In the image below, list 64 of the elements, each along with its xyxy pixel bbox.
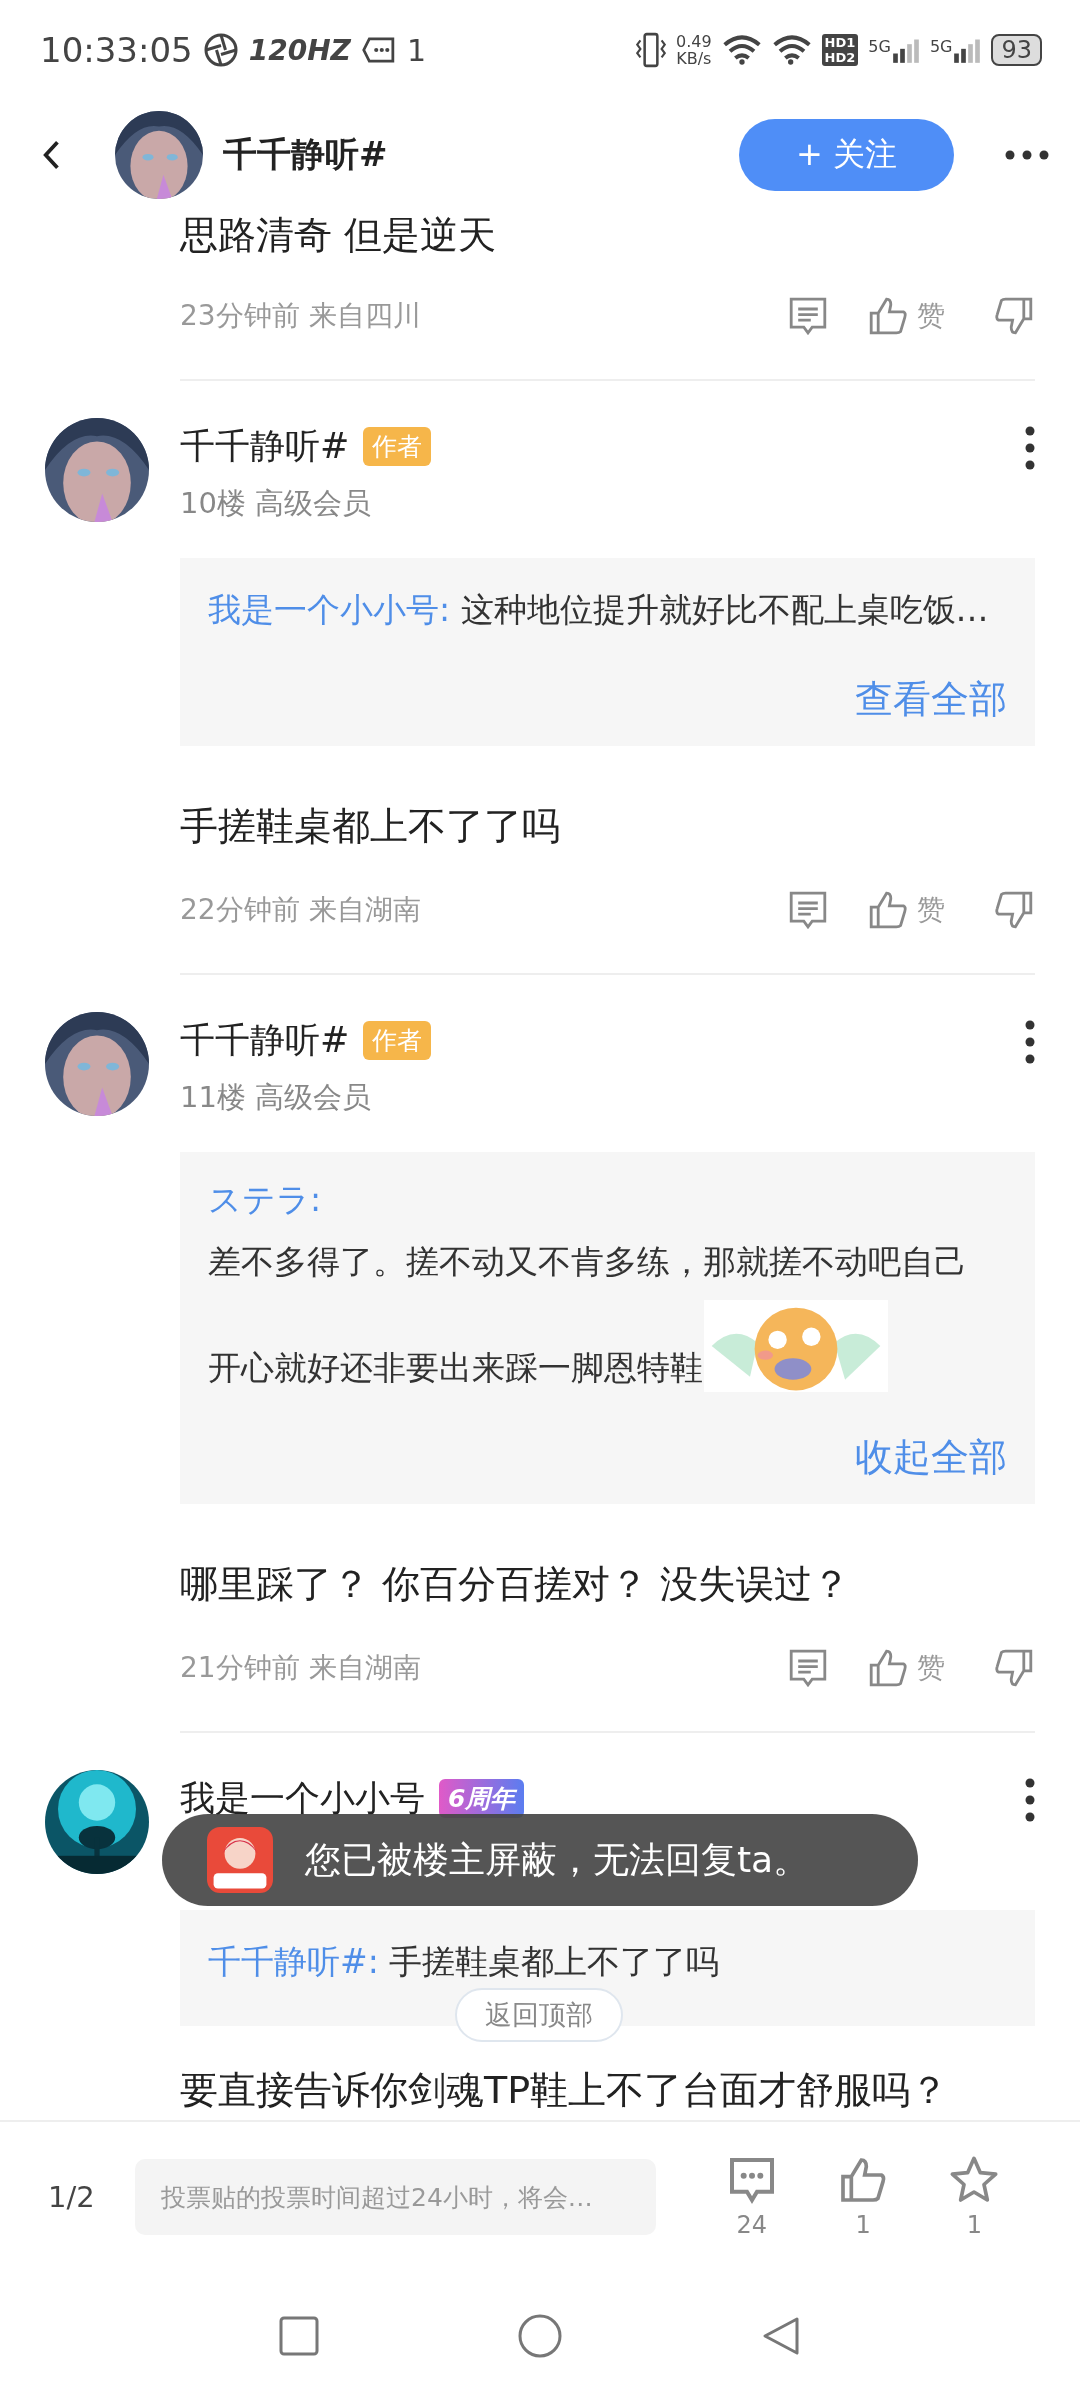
expand-link[interactable]: 查看全部: [855, 674, 1007, 724]
more-icon[interactable]: [1025, 426, 1035, 470]
comment-icon[interactable]: [787, 295, 829, 337]
page-indicator[interactable]: 1/2: [48, 2180, 136, 2214]
user-badge: 作者: [363, 426, 432, 466]
like-label[interactable]: 赞: [917, 1649, 945, 1687]
comment-text: 思路清奇 但是逆天: [180, 212, 498, 259]
thumbs-down-icon[interactable]: [993, 295, 1035, 337]
app-icon: [207, 1827, 273, 1893]
wifi-icon: [721, 34, 762, 66]
user-badge: 作者: [363, 1020, 432, 1060]
back-to-top-button[interactable]: 返回顶部: [455, 1988, 623, 2042]
author-name[interactable]: 千千静听#: [180, 1016, 350, 1064]
refresh-rate: 120HZ: [248, 33, 351, 67]
favorite-count: 1: [966, 2211, 982, 2239]
like-count: 1: [855, 2211, 871, 2239]
thumbs-up-icon[interactable]: [867, 889, 909, 931]
more-icon[interactable]: [1025, 1778, 1035, 1822]
post-text: 手搓鞋桌都上不了了吗: [180, 803, 561, 850]
quote-author[interactable]: ステラ:: [208, 1180, 322, 1220]
star-icon[interactable]: [949, 2155, 1000, 2205]
battery-indicator: 93: [991, 34, 1042, 66]
quote-text: 千千静听#: 手搓鞋桌都上不了了吗: [208, 1941, 721, 1983]
hd-indicator: HD1 HD2: [821, 34, 859, 66]
post-text: 哪里踩了？ 你百分百搓对？ 没失误过？: [180, 1561, 852, 1608]
thumbs-down-icon[interactable]: [993, 889, 1035, 931]
post-meta: 22分钟前 来自湖南: [180, 892, 421, 928]
thumbs-up-icon[interactable]: [867, 295, 909, 337]
aperture-icon: [202, 32, 239, 68]
post-text: 要直接告诉你剑魂TP鞋上不了台面才舒服吗？: [180, 2067, 950, 2114]
network-type: 5G: [929, 37, 953, 56]
like-label[interactable]: 赞: [917, 891, 945, 929]
floor-label: 10楼 高级会员: [180, 485, 373, 522]
more-icon[interactable]: [1025, 1020, 1035, 1064]
follow-button[interactable]: + 关注: [739, 119, 954, 191]
reply-field[interactable]: 投票贴的投票时间超过24小时，将会…: [135, 2159, 657, 2235]
floor-label: 11楼 高级会员: [180, 1079, 373, 1116]
network-type: 5G: [868, 37, 891, 56]
post-meta: 23分钟前 来自四川: [180, 298, 421, 334]
header-title: 千千静听#: [223, 133, 388, 176]
thumbs-up-icon[interactable]: [867, 1647, 909, 1689]
more-icon[interactable]: [1004, 150, 1050, 160]
signal-icon: [953, 37, 982, 63]
net-speed: 0.49: [675, 33, 712, 50]
thumbs-down-icon[interactable]: [993, 1647, 1035, 1689]
quote-text: 开心就好还非要出来踩一脚恩特鞋: [208, 1347, 703, 1389]
home-icon[interactable]: [518, 2314, 562, 2358]
expand-link[interactable]: 收起全部: [855, 1432, 1007, 1482]
author-name[interactable]: 千千静听#: [180, 422, 350, 470]
comment-icon[interactable]: [787, 889, 829, 931]
comment-count: 24: [736, 2211, 768, 2239]
like-label[interactable]: 赞: [917, 297, 945, 335]
toast-message: 您已被楼主屏蔽，无法回复ta。: [305, 1837, 810, 1882]
wifi-icon: [771, 34, 812, 66]
net-unit: KB/s: [676, 50, 712, 67]
signal-icon: [891, 37, 920, 63]
quote-text: 我是一个小小号: 这种地位提升就好比不配上桌吃饭…: [208, 589, 990, 631]
recents-icon[interactable]: [279, 2316, 320, 2356]
quote-text: 差不多得了。搓不动又不肯多练，那就搓不动吧自己: [208, 1241, 967, 1283]
clock: 10:33:05: [40, 30, 193, 70]
vibrate-icon: [635, 32, 666, 68]
comment-icon[interactable]: [787, 1647, 829, 1689]
post-meta: 21分钟前 来自湖南: [180, 1650, 421, 1686]
notification-count: 1: [406, 32, 426, 68]
